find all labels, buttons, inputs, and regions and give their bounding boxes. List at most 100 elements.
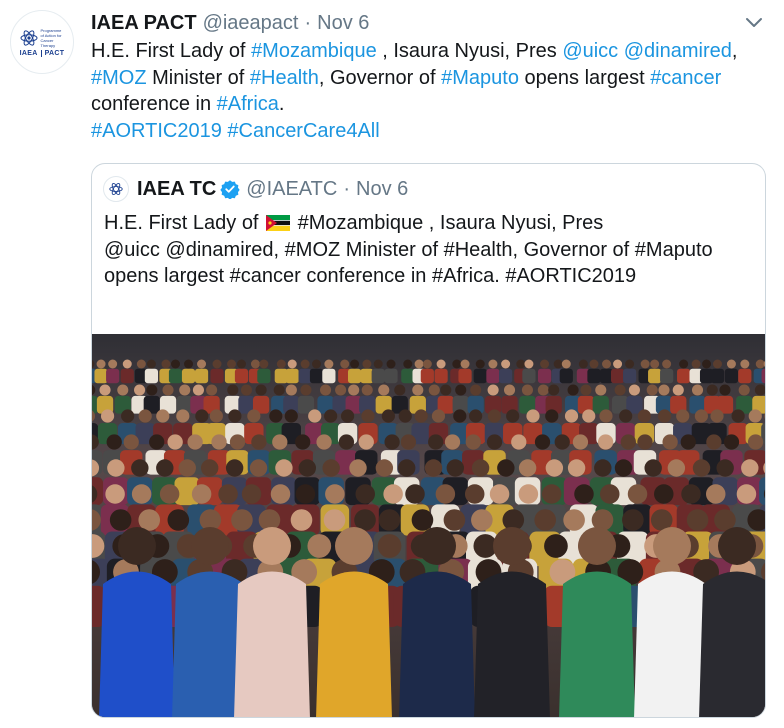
crowd-person-head xyxy=(435,484,456,504)
crowd-person-body xyxy=(458,368,472,384)
crowd-person-head xyxy=(487,384,499,396)
crowd-person-head xyxy=(350,359,360,369)
crowd-person-head xyxy=(541,484,562,504)
crowd-person-head xyxy=(572,434,589,450)
hashtag-link[interactable]: #Mozambique xyxy=(251,40,377,62)
crowd-person-head xyxy=(373,359,383,369)
crowd-person-body xyxy=(298,368,312,384)
crowd-person-head xyxy=(348,384,360,396)
crowd-person-head xyxy=(178,459,196,477)
crowd-person-head xyxy=(662,359,672,369)
crowd-person-head xyxy=(503,384,516,396)
front-row-person-body xyxy=(99,571,175,717)
crowd-person-head xyxy=(754,384,765,396)
hashtag-link[interactable]: #CancerCare4All xyxy=(227,120,379,142)
photo-illustration xyxy=(92,334,766,717)
crowd-person-head xyxy=(644,459,662,477)
author-handle[interactable]: @iaeapact xyxy=(203,12,299,35)
crowd-person-head xyxy=(231,509,253,531)
crowd-person-head xyxy=(455,384,467,396)
crowd-person-head xyxy=(386,359,396,369)
crowd-person-head xyxy=(424,459,443,477)
crowd-person-head xyxy=(228,409,242,423)
crowd-person-head xyxy=(486,434,503,450)
quoted-author-handle[interactable]: @IAEATC xyxy=(246,178,337,201)
crowd-person-head xyxy=(259,359,269,369)
crowd-person-head xyxy=(654,484,674,504)
crowd-person-head xyxy=(272,434,288,450)
crowd-person-head xyxy=(227,384,239,396)
crowd-person-head xyxy=(275,459,293,477)
crowd-person-head xyxy=(412,384,424,396)
crowd-person-head xyxy=(706,384,718,396)
front-row-person-body xyxy=(474,571,550,717)
crowd-person-head xyxy=(381,409,395,423)
tweet-date[interactable]: Nov 6 xyxy=(317,12,369,35)
crowd-person-head xyxy=(355,484,375,504)
crowd-person-head xyxy=(209,409,223,423)
hashtag-link[interactable]: #AORTIC2019 xyxy=(91,120,222,142)
crowd-person-head xyxy=(218,484,238,504)
hashtag-link[interactable]: #cancer xyxy=(650,67,721,89)
hashtag-link[interactable]: #Maputo xyxy=(441,67,519,89)
crowd-person-head xyxy=(736,484,757,504)
crowd-person-head xyxy=(589,359,599,369)
mention-link[interactable]: @uicc xyxy=(562,40,618,62)
crowd-person-head xyxy=(518,484,539,504)
crowd-person-head xyxy=(516,359,526,369)
crowd-person-head xyxy=(545,459,564,477)
crowd-person-head xyxy=(290,509,313,531)
crowd-person-head xyxy=(564,409,579,423)
quoted-author-avatar[interactable] xyxy=(103,176,129,202)
crowd-person-body xyxy=(371,368,385,384)
crowd-person-head xyxy=(440,384,452,396)
hashtag-link[interactable]: #Africa xyxy=(217,93,279,115)
crowd-person-head xyxy=(107,459,125,477)
crowd-person-head xyxy=(691,384,704,396)
conference-group-photo[interactable] xyxy=(92,334,766,717)
crowd-person-body xyxy=(724,368,739,384)
crowd-person-body xyxy=(144,368,159,384)
crowd-person-head xyxy=(694,409,708,423)
tweet[interactable]: Programme of Action for Cancer Therapy I… xyxy=(0,0,784,728)
crowd-person-head xyxy=(692,459,711,477)
avatar-small-text: Programme of Action for Cancer Therapy xyxy=(40,27,62,48)
quoted-text-rest: @uicc @dinamired, #MOZ Minister of #Heal… xyxy=(104,238,713,288)
chevron-down-icon[interactable] xyxy=(742,12,766,34)
crowd-person-head xyxy=(712,359,722,369)
crowd-person-head xyxy=(755,359,765,369)
hashtag-link[interactable]: #MOZ xyxy=(91,67,147,89)
hashtag-link[interactable]: #Health xyxy=(250,67,319,89)
crowd-person-head xyxy=(255,384,267,396)
crowd-person-head xyxy=(471,509,493,531)
crowd-person-head xyxy=(250,359,260,369)
crowd-person-head xyxy=(444,434,461,450)
crowd-person-body xyxy=(765,450,766,474)
crowd-person-head xyxy=(106,434,122,450)
author-name[interactable]: IAEA PACT xyxy=(91,12,197,35)
author-avatar[interactable]: Programme of Action for Cancer Therapy I… xyxy=(10,10,74,74)
front-row-person-body xyxy=(234,571,310,717)
crowd-person-head xyxy=(298,459,317,477)
crowd-person-head xyxy=(187,434,203,450)
crowd-person-head xyxy=(159,484,180,504)
mention-link[interactable]: @dinamired xyxy=(624,40,732,62)
crowd-person-head xyxy=(162,384,174,396)
crowd-person-head xyxy=(241,484,262,504)
quoted-tweet[interactable]: IAEA TC @IAEATC · Nov 6 H.E. First Lady … xyxy=(91,163,766,718)
crowd-person-head xyxy=(443,509,466,531)
crowd-person-head xyxy=(273,384,285,396)
crowd-person-head xyxy=(287,359,297,369)
quoted-tweet-date[interactable]: Nov 6 xyxy=(356,178,408,201)
crowd-person-head xyxy=(121,409,135,423)
crowd-person-head xyxy=(567,459,586,477)
crowd-person-head xyxy=(637,434,653,450)
crowd-person-head xyxy=(731,409,745,423)
quoted-author-name[interactable]: IAEA TC xyxy=(137,178,216,201)
crowd-person-head xyxy=(465,434,481,450)
crowd-person-head xyxy=(464,484,485,504)
crowd-person-head xyxy=(138,509,161,531)
crowd-person-head xyxy=(247,409,261,423)
crowd-person-head xyxy=(470,384,482,396)
crowd-person-head xyxy=(561,359,571,369)
